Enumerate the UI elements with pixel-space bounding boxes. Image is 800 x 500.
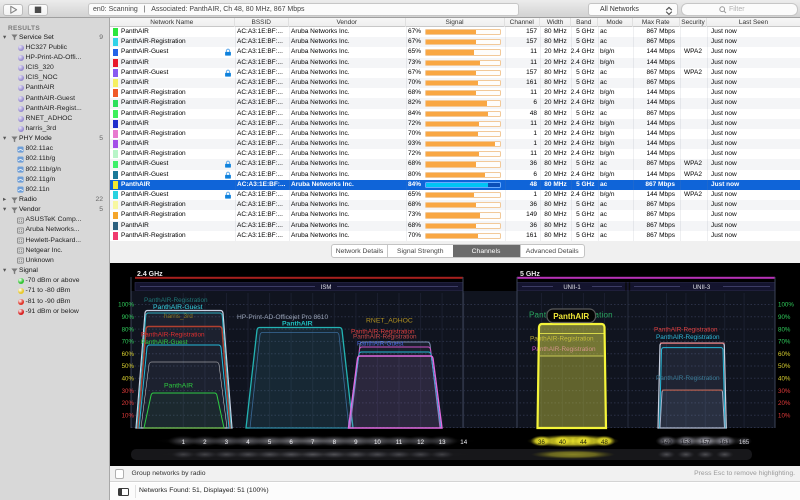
svg-text:PanthAIR-Guest: PanthAIR-Guest [357, 341, 404, 348]
svg-text:40%: 40% [778, 376, 791, 383]
svg-text:70%: 70% [778, 339, 791, 346]
svg-text:60%: 60% [778, 351, 791, 358]
svg-text:4: 4 [246, 439, 250, 446]
svg-text:20%: 20% [122, 400, 135, 407]
svg-text:PanthAIR-Registration: PanthAIR-Registration [353, 334, 417, 341]
svg-text:20%: 20% [778, 400, 791, 407]
svg-text:10: 10 [374, 439, 381, 446]
svg-text:100%: 100% [118, 302, 134, 309]
svg-text:80%: 80% [122, 326, 135, 333]
svg-text:PanthAIR-Guest: PanthAIR-Guest [141, 339, 188, 346]
svg-text:PanthAIR-Registration: PanthAIR-Registration [141, 332, 205, 339]
svg-text:40: 40 [559, 439, 566, 446]
svg-text:50%: 50% [778, 363, 791, 370]
svg-text:10%: 10% [122, 412, 135, 419]
svg-text:14: 14 [460, 439, 467, 446]
svg-text:8: 8 [333, 439, 337, 446]
svg-text:30%: 30% [122, 388, 135, 395]
svg-text:2: 2 [203, 439, 207, 446]
svg-text:165: 165 [739, 439, 750, 446]
svg-text:11: 11 [396, 439, 403, 446]
svg-text:149: 149 [661, 439, 672, 446]
svg-text:6: 6 [289, 439, 293, 446]
svg-text:12: 12 [417, 439, 424, 446]
svg-text:PanthAIR-Guest: PanthAIR-Guest [153, 304, 203, 311]
svg-text:harris_3rd: harris_3rd [164, 313, 193, 320]
svg-text:70%: 70% [122, 339, 135, 346]
svg-text:36: 36 [538, 439, 545, 446]
svg-text:44: 44 [580, 439, 587, 446]
svg-text:9: 9 [354, 439, 358, 446]
svg-text:3: 3 [225, 439, 229, 446]
svg-text:RNET_ADHOC: RNET_ADHOC [366, 318, 413, 325]
svg-text:5: 5 [268, 439, 272, 446]
svg-text:PanthAIR-Registration: PanthAIR-Registration [656, 375, 720, 382]
svg-text:PanthAIR-Registration: PanthAIR-Registration [654, 327, 718, 334]
svg-text:10%: 10% [778, 412, 791, 419]
svg-text:13: 13 [439, 439, 446, 446]
svg-text:7: 7 [311, 439, 315, 446]
svg-text:157: 157 [700, 439, 711, 446]
svg-text:48: 48 [601, 439, 608, 446]
svg-text:PanthAIR: PanthAIR [553, 312, 589, 321]
svg-text:100%: 100% [778, 302, 794, 309]
svg-text:PanthAIR-Registration: PanthAIR-Registration [656, 334, 720, 341]
svg-text:UNII-3: UNII-3 [693, 285, 711, 291]
svg-text:PanthAIR: PanthAIR [282, 321, 313, 328]
svg-text:60%: 60% [122, 351, 135, 358]
svg-text:50%: 50% [122, 363, 135, 370]
svg-text:90%: 90% [122, 314, 135, 321]
svg-text:PanthAIR: PanthAIR [164, 383, 193, 390]
svg-text:40%: 40% [122, 376, 135, 383]
svg-text:161: 161 [720, 439, 731, 446]
svg-text:UNII-1: UNII-1 [563, 285, 581, 291]
svg-text:1: 1 [182, 439, 186, 446]
svg-text:30%: 30% [778, 388, 791, 395]
svg-text:ISM: ISM [321, 285, 332, 291]
svg-text:PanthAIR-Registration: PanthAIR-Registration [144, 297, 208, 304]
svg-text:80%: 80% [778, 326, 791, 333]
svg-text:153: 153 [681, 439, 692, 446]
svg-text:90%: 90% [778, 314, 791, 321]
